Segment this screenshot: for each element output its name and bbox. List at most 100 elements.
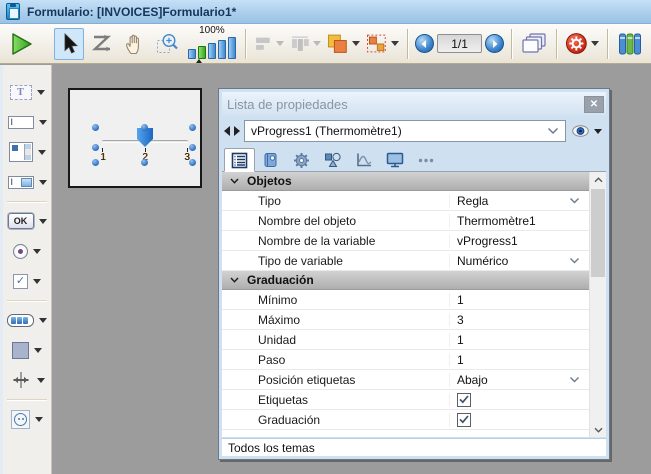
palette-combo-box[interactable]: I bbox=[8, 172, 47, 192]
order-menu-button[interactable] bbox=[325, 28, 361, 60]
property-row[interactable]: Tipo de variableNumérico bbox=[222, 251, 589, 271]
property-row[interactable]: Graduación bbox=[222, 410, 589, 430]
property-row[interactable]: TipoRegla bbox=[222, 191, 589, 211]
next-page-button[interactable] bbox=[485, 34, 504, 53]
list-box-icon bbox=[9, 142, 33, 162]
property-row[interactable]: Nombre del objetoThermomètre1 bbox=[222, 211, 589, 231]
selection-handle[interactable] bbox=[189, 124, 196, 131]
run-button[interactable] bbox=[6, 28, 36, 60]
chevron-down-icon[interactable] bbox=[39, 120, 47, 125]
debug-menu-button[interactable] bbox=[564, 28, 600, 60]
chevron-down-icon[interactable] bbox=[39, 180, 47, 185]
property-value[interactable]: Thermomètre1 bbox=[450, 211, 589, 230]
selection-handle[interactable] bbox=[141, 124, 148, 131]
property-row[interactable]: Etiquetas bbox=[222, 390, 589, 410]
property-value[interactable]: Numérico bbox=[450, 251, 589, 270]
tab-settings[interactable] bbox=[286, 148, 317, 172]
selection-handle[interactable] bbox=[92, 144, 99, 151]
property-row[interactable]: Paso1 bbox=[222, 350, 589, 370]
property-row[interactable]: Nombre de la variablevProgress1 bbox=[222, 231, 589, 251]
tab-note[interactable] bbox=[255, 148, 286, 172]
property-value[interactable]: 1 bbox=[450, 330, 589, 349]
zoom-level-marker[interactable] bbox=[196, 59, 202, 63]
tab-style[interactable] bbox=[317, 148, 348, 172]
property-row[interactable]: Unidad1 bbox=[222, 330, 589, 350]
selection-handle[interactable] bbox=[92, 124, 99, 131]
palette-progress-bar[interactable] bbox=[7, 310, 47, 330]
scroll-down-icon[interactable] bbox=[590, 422, 606, 437]
palette-static-text[interactable]: T bbox=[10, 82, 45, 102]
arrange-menu-arrow bbox=[313, 41, 321, 46]
chevron-down-icon bbox=[569, 197, 580, 205]
selection-handle[interactable] bbox=[141, 159, 148, 166]
debug-menu-arrow[interactable] bbox=[591, 41, 599, 46]
selection-handle[interactable] bbox=[92, 159, 99, 166]
palette-knob[interactable] bbox=[11, 409, 43, 429]
library-button[interactable] bbox=[615, 28, 645, 60]
property-value[interactable]: Regla bbox=[450, 191, 589, 210]
selection-handle[interactable] bbox=[189, 159, 196, 166]
chevron-down-icon[interactable] bbox=[37, 90, 45, 95]
property-row[interactable]: Máximo3 bbox=[222, 310, 589, 330]
selection-menu-button[interactable] bbox=[364, 28, 400, 60]
tab-curve[interactable] bbox=[348, 148, 379, 172]
layers-button[interactable] bbox=[519, 28, 549, 60]
properties-panel-header[interactable]: Lista de propiedades ✕ bbox=[222, 92, 606, 116]
palette-check-box[interactable]: ✓ bbox=[13, 271, 41, 291]
next-object-icon[interactable] bbox=[234, 126, 240, 136]
prev-page-button[interactable] bbox=[415, 34, 434, 53]
property-value[interactable]: 1 bbox=[450, 350, 589, 369]
palette-edit-field[interactable]: I bbox=[8, 112, 47, 132]
checkbox[interactable] bbox=[457, 413, 471, 427]
palette-radio-button[interactable] bbox=[13, 241, 41, 261]
selection-menu-arrow[interactable] bbox=[391, 41, 399, 46]
chevron-down-icon bbox=[594, 129, 602, 134]
toolbar-separator bbox=[607, 29, 608, 59]
checkbox[interactable] bbox=[457, 393, 471, 407]
tab-more[interactable] bbox=[410, 148, 441, 172]
tab-general[interactable] bbox=[224, 148, 255, 172]
run-icon bbox=[9, 32, 33, 56]
chevron-down-icon[interactable] bbox=[33, 249, 41, 254]
palette-button[interactable]: OK bbox=[8, 211, 47, 231]
debug-gear-icon bbox=[565, 32, 588, 55]
close-icon[interactable]: ✕ bbox=[584, 96, 604, 113]
property-value[interactable]: 1 bbox=[450, 290, 589, 309]
section-header[interactable]: Graduación bbox=[222, 271, 589, 290]
chevron-down-icon[interactable] bbox=[38, 150, 46, 155]
property-value[interactable] bbox=[450, 410, 589, 429]
selection-handle[interactable] bbox=[189, 144, 196, 151]
prev-object-icon[interactable] bbox=[224, 126, 230, 136]
chevron-down-icon[interactable] bbox=[37, 378, 45, 383]
zoom-level-control[interactable]: 100% bbox=[186, 25, 238, 63]
tab-order-tool-button[interactable] bbox=[87, 28, 117, 60]
section-header[interactable]: Objetos bbox=[222, 172, 589, 191]
object-selector-combo[interactable]: vProgress1 (Thermomètre1) bbox=[244, 120, 566, 142]
property-row[interactable]: Posición etiquetasAbajo bbox=[222, 370, 589, 390]
property-value[interactable]: 3 bbox=[450, 310, 589, 329]
palette-list-box[interactable] bbox=[9, 142, 46, 162]
property-value[interactable]: vProgress1 bbox=[450, 231, 589, 250]
zoom-tool-button[interactable] bbox=[153, 28, 183, 60]
scroll-up-icon[interactable] bbox=[590, 172, 606, 187]
scrollbar-thumb[interactable] bbox=[591, 189, 605, 277]
form-design-area[interactable]: 1 2 3 bbox=[68, 88, 202, 188]
pan-tool-button[interactable] bbox=[120, 28, 150, 60]
scrollbar[interactable] bbox=[589, 172, 606, 437]
property-value[interactable] bbox=[450, 390, 589, 409]
property-value[interactable]: Abajo bbox=[450, 370, 589, 389]
page-indicator[interactable]: 1/1 bbox=[437, 34, 483, 53]
chevron-down-icon[interactable] bbox=[35, 417, 43, 422]
property-row[interactable]: Mínimo1 bbox=[222, 290, 589, 310]
palette-splitter[interactable] bbox=[10, 370, 45, 390]
chevron-down-icon[interactable] bbox=[33, 279, 41, 284]
chevron-down-icon[interactable] bbox=[39, 219, 47, 224]
chevron-down-icon[interactable] bbox=[34, 348, 42, 353]
select-tool-button[interactable] bbox=[54, 28, 84, 60]
themes-footer[interactable]: Todos los temas bbox=[222, 438, 606, 456]
palette-panel[interactable] bbox=[12, 340, 42, 360]
tab-display[interactable] bbox=[379, 148, 410, 172]
order-menu-arrow[interactable] bbox=[352, 41, 360, 46]
view-options-button[interactable] bbox=[570, 125, 604, 137]
chevron-down-icon[interactable] bbox=[39, 318, 47, 323]
